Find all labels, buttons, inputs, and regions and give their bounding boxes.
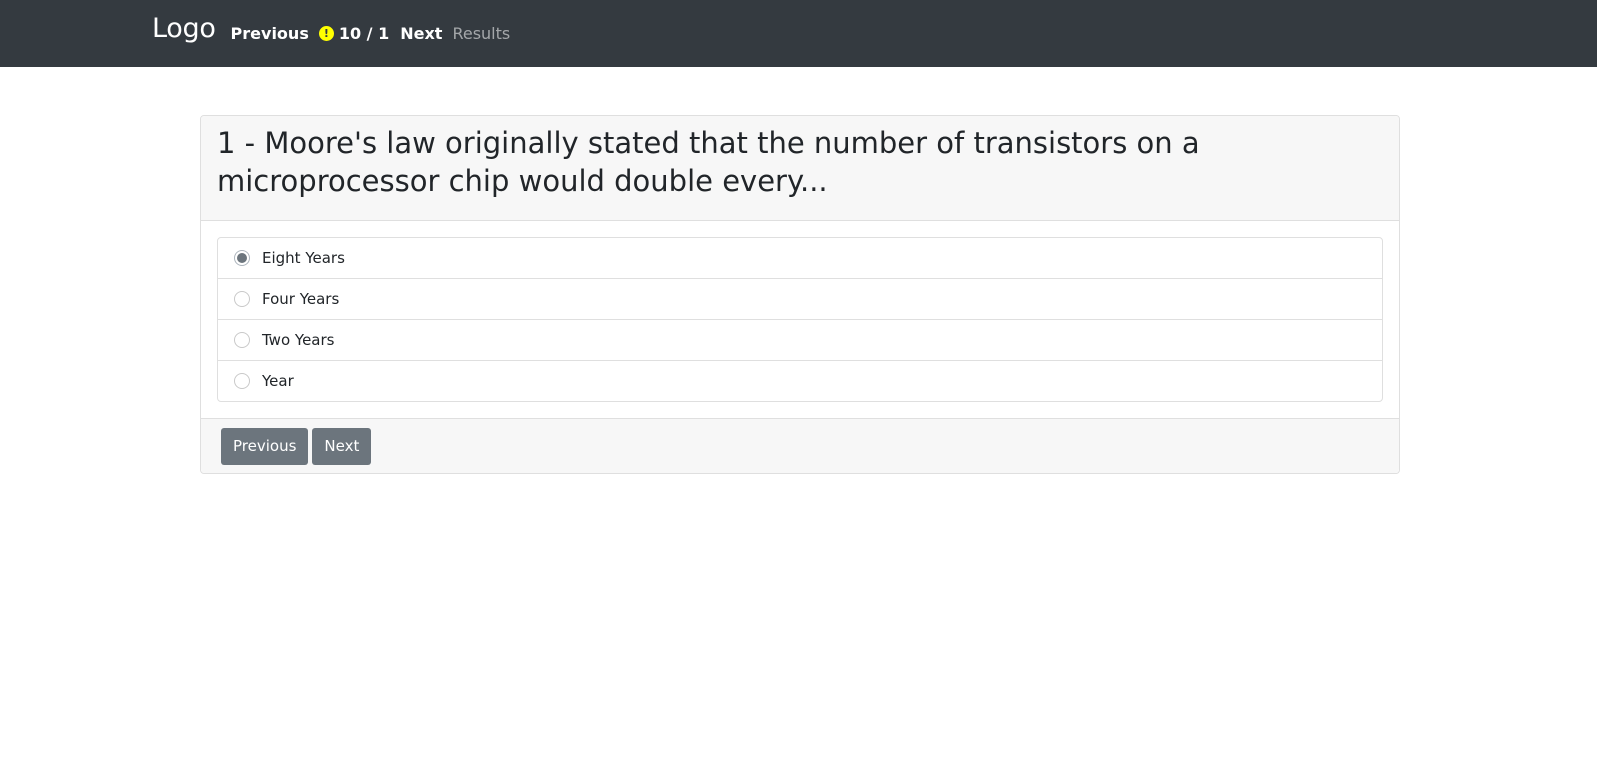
previous-button[interactable]: Previous bbox=[221, 427, 309, 465]
counter-text: 10 / 1 bbox=[338, 24, 390, 43]
radio-button-selected[interactable] bbox=[234, 250, 250, 266]
answer-option-label: Four Years bbox=[262, 290, 340, 308]
answer-option-label: Year bbox=[262, 372, 294, 390]
radio-button[interactable] bbox=[234, 332, 250, 348]
answer-option[interactable]: Four Years bbox=[218, 279, 1382, 320]
radio-button[interactable] bbox=[234, 291, 250, 307]
brand-logo[interactable]: Logo bbox=[152, 13, 216, 44]
question-counter: ! 10 / 1 bbox=[318, 24, 390, 43]
nav-previous-link[interactable]: Previous bbox=[231, 24, 309, 43]
navbar-content: Logo Previous ! 10 / 1 Next Results bbox=[152, 13, 520, 44]
answer-option[interactable]: Year bbox=[218, 361, 1382, 401]
answer-option[interactable]: Two Years bbox=[218, 320, 1382, 361]
answer-option[interactable]: Eight Years bbox=[218, 238, 1382, 279]
question-card: 1 - Moore's law originally stated that t… bbox=[200, 115, 1400, 474]
question-body: Eight Years Four Years Two Years Year bbox=[201, 221, 1399, 418]
nav-next-link[interactable]: Next bbox=[400, 24, 442, 43]
top-navbar: Logo Previous ! 10 / 1 Next Results bbox=[0, 0, 1597, 67]
answer-option-label: Two Years bbox=[262, 331, 335, 349]
nav-results-link[interactable]: Results bbox=[452, 24, 510, 43]
next-button[interactable]: Next bbox=[312, 427, 372, 465]
question-footer: Previous Next bbox=[201, 418, 1399, 473]
radio-button[interactable] bbox=[234, 373, 250, 389]
question-title: 1 - Moore's law originally stated that t… bbox=[201, 116, 1399, 221]
warning-icon: ! bbox=[318, 26, 334, 41]
answer-options-list: Eight Years Four Years Two Years Year bbox=[217, 237, 1383, 402]
answer-option-label: Eight Years bbox=[262, 249, 345, 267]
